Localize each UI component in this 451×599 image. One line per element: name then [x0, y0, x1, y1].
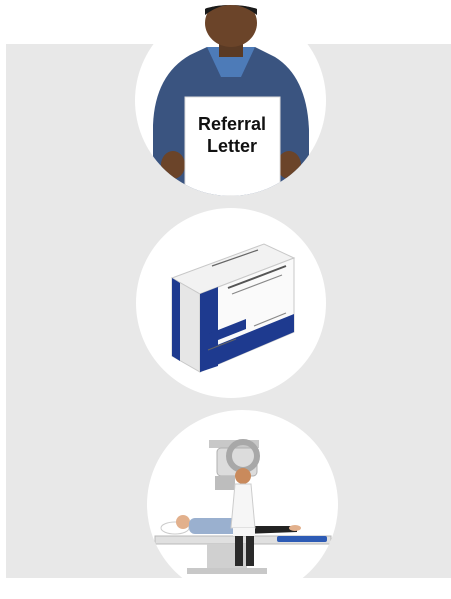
sign-line-2: Letter [206, 136, 257, 156]
referral-letter-sign: Referral Letter [186, 113, 278, 157]
referral-letter-person-icon [153, 5, 309, 196]
medicine-box-icon [170, 243, 296, 373]
referral-letter-circle: Referral Letter [135, 5, 326, 196]
medicine-circle [136, 208, 326, 398]
xray-circle [147, 410, 338, 599]
xray-scan-icon [154, 439, 332, 574]
sign-line-1: Referral [197, 114, 267, 134]
